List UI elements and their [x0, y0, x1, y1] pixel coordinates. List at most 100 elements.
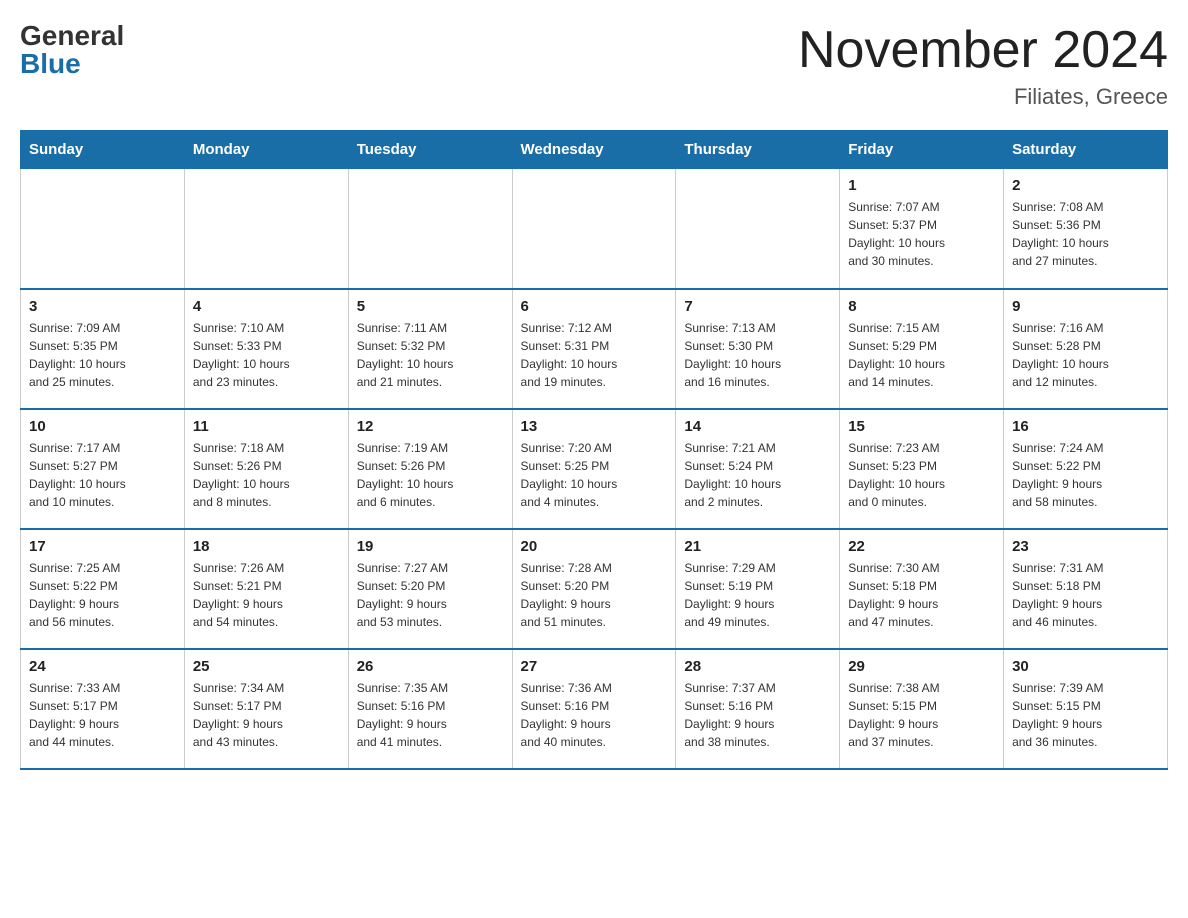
day-cell: 24 Sunrise: 7:33 AM Sunset: 5:17 PM Dayli… — [21, 649, 185, 769]
week-row-3: 10 Sunrise: 7:17 AM Sunset: 5:27 PM Dayli… — [21, 409, 1168, 529]
day-cell: 25 Sunrise: 7:34 AM Sunset: 5:17 PM Dayli… — [184, 649, 348, 769]
day-cell: 18Sunrise: 7:26 AM Sunset: 5:21 PM Dayli… — [184, 529, 348, 649]
day-cell: 20 Sunrise: 7:28 AM Sunset: 5:20 PM Dayli… — [512, 529, 676, 649]
day-number: 13 — [521, 418, 668, 435]
day-number: 5 — [357, 298, 504, 315]
day-number: 17 — [29, 538, 176, 555]
day-info: Sunrise: 7:11 AM Sunset: 5:32 PM Dayligh… — [357, 319, 504, 391]
day-number: 28 — [684, 658, 831, 675]
day-number: 4 — [193, 298, 340, 315]
day-cell: 14 Sunrise: 7:21 AM Sunset: 5:24 PM Dayli… — [676, 409, 840, 529]
calendar-body: 1Sunrise: 7:07 AM Sunset: 5:37 PM Daylig… — [21, 169, 1168, 769]
day-info: Sunrise: 7:10 AM Sunset: 5:33 PM Dayligh… — [193, 319, 340, 391]
day-number: 20 — [521, 538, 668, 555]
day-cell: 30 Sunrise: 7:39 AM Sunset: 5:15 PM Dayli… — [1004, 649, 1168, 769]
day-info: Sunrise: 7:31 AM Sunset: 5:18 PM Dayligh… — [1012, 559, 1159, 631]
day-cell: 8Sunrise: 7:15 AM Sunset: 5:29 PM Daylig… — [840, 289, 1004, 409]
day-info: Sunrise: 7:26 AM Sunset: 5:21 PM Dayligh… — [193, 559, 340, 631]
logo: General Blue — [20, 20, 124, 80]
day-cell: 12 Sunrise: 7:19 AM Sunset: 5:26 PM Dayli… — [348, 409, 512, 529]
logo-blue-text: Blue — [20, 48, 81, 80]
day-number: 1 — [848, 177, 995, 194]
calendar-table: SundayMondayTuesdayWednesdayThursdayFrid… — [20, 130, 1168, 770]
day-number: 26 — [357, 658, 504, 675]
day-info: Sunrise: 7:38 AM Sunset: 5:15 PM Dayligh… — [848, 679, 995, 751]
day-info: Sunrise: 7:24 AM Sunset: 5:22 PM Dayligh… — [1012, 439, 1159, 511]
day-info: Sunrise: 7:13 AM Sunset: 5:30 PM Dayligh… — [684, 319, 831, 391]
title-section: November 2024 Filiates, Greece — [798, 20, 1168, 110]
calendar-header: SundayMondayTuesdayWednesdayThursdayFrid… — [21, 131, 1168, 169]
day-info: Sunrise: 7:19 AM Sunset: 5:26 PM Dayligh… — [357, 439, 504, 511]
weekday-header-sunday: Sunday — [21, 131, 185, 169]
day-info: Sunrise: 7:34 AM Sunset: 5:17 PM Dayligh… — [193, 679, 340, 751]
location-label: Filiates, Greece — [798, 84, 1168, 110]
day-number: 2 — [1012, 177, 1159, 194]
day-cell: 26 Sunrise: 7:35 AM Sunset: 5:16 PM Dayli… — [348, 649, 512, 769]
week-row-5: 24 Sunrise: 7:33 AM Sunset: 5:17 PM Dayli… — [21, 649, 1168, 769]
day-cell: 10 Sunrise: 7:17 AM Sunset: 5:27 PM Dayli… — [21, 409, 185, 529]
day-cell: 27 Sunrise: 7:36 AM Sunset: 5:16 PM Dayli… — [512, 649, 676, 769]
weekday-header-monday: Monday — [184, 131, 348, 169]
day-info: Sunrise: 7:39 AM Sunset: 5:15 PM Dayligh… — [1012, 679, 1159, 751]
day-number: 3 — [29, 298, 176, 315]
weekday-header-saturday: Saturday — [1004, 131, 1168, 169]
day-info: Sunrise: 7:33 AM Sunset: 5:17 PM Dayligh… — [29, 679, 176, 751]
day-cell: 17 Sunrise: 7:25 AM Sunset: 5:22 PM Dayli… — [21, 529, 185, 649]
day-cell: 6 Sunrise: 7:12 AM Sunset: 5:31 PM Daylig… — [512, 289, 676, 409]
day-number: 6 — [521, 298, 668, 315]
day-number: 25 — [193, 658, 340, 675]
day-cell: 16 Sunrise: 7:24 AM Sunset: 5:22 PM Dayli… — [1004, 409, 1168, 529]
day-number: 29 — [848, 658, 995, 675]
day-cell: 23 Sunrise: 7:31 AM Sunset: 5:18 PM Dayli… — [1004, 529, 1168, 649]
day-number: 11 — [193, 418, 340, 435]
day-cell — [512, 169, 676, 289]
day-cell: 3 Sunrise: 7:09 AM Sunset: 5:35 PM Daylig… — [21, 289, 185, 409]
day-number: 7 — [684, 298, 831, 315]
day-info: Sunrise: 7:09 AM Sunset: 5:35 PM Dayligh… — [29, 319, 176, 391]
day-number: 24 — [29, 658, 176, 675]
day-number: 16 — [1012, 418, 1159, 435]
day-info: Sunrise: 7:35 AM Sunset: 5:16 PM Dayligh… — [357, 679, 504, 751]
day-cell: 28 Sunrise: 7:37 AM Sunset: 5:16 PM Dayli… — [676, 649, 840, 769]
day-info: Sunrise: 7:28 AM Sunset: 5:20 PM Dayligh… — [521, 559, 668, 631]
day-number: 27 — [521, 658, 668, 675]
day-number: 15 — [848, 418, 995, 435]
day-cell: 9 Sunrise: 7:16 AM Sunset: 5:28 PM Daylig… — [1004, 289, 1168, 409]
weekday-header-thursday: Thursday — [676, 131, 840, 169]
day-info: Sunrise: 7:29 AM Sunset: 5:19 PM Dayligh… — [684, 559, 831, 631]
day-cell: 21Sunrise: 7:29 AM Sunset: 5:19 PM Dayli… — [676, 529, 840, 649]
day-number: 12 — [357, 418, 504, 435]
day-info: Sunrise: 7:15 AM Sunset: 5:29 PM Dayligh… — [848, 319, 995, 391]
day-info: Sunrise: 7:25 AM Sunset: 5:22 PM Dayligh… — [29, 559, 176, 631]
day-number: 22 — [848, 538, 995, 555]
day-cell: 11 Sunrise: 7:18 AM Sunset: 5:26 PM Dayli… — [184, 409, 348, 529]
day-cell: 1Sunrise: 7:07 AM Sunset: 5:37 PM Daylig… — [840, 169, 1004, 289]
day-info: Sunrise: 7:12 AM Sunset: 5:31 PM Dayligh… — [521, 319, 668, 391]
day-info: Sunrise: 7:17 AM Sunset: 5:27 PM Dayligh… — [29, 439, 176, 511]
day-info: Sunrise: 7:20 AM Sunset: 5:25 PM Dayligh… — [521, 439, 668, 511]
day-info: Sunrise: 7:16 AM Sunset: 5:28 PM Dayligh… — [1012, 319, 1159, 391]
day-number: 9 — [1012, 298, 1159, 315]
day-info: Sunrise: 7:18 AM Sunset: 5:26 PM Dayligh… — [193, 439, 340, 511]
day-number: 23 — [1012, 538, 1159, 555]
day-info: Sunrise: 7:23 AM Sunset: 5:23 PM Dayligh… — [848, 439, 995, 511]
day-cell: 2 Sunrise: 7:08 AM Sunset: 5:36 PM Daylig… — [1004, 169, 1168, 289]
day-cell: 15 Sunrise: 7:23 AM Sunset: 5:23 PM Dayli… — [840, 409, 1004, 529]
day-info: Sunrise: 7:21 AM Sunset: 5:24 PM Dayligh… — [684, 439, 831, 511]
day-cell — [21, 169, 185, 289]
day-cell: 7 Sunrise: 7:13 AM Sunset: 5:30 PM Daylig… — [676, 289, 840, 409]
day-cell: 22Sunrise: 7:30 AM Sunset: 5:18 PM Dayli… — [840, 529, 1004, 649]
day-number: 19 — [357, 538, 504, 555]
day-cell: 13 Sunrise: 7:20 AM Sunset: 5:25 PM Dayli… — [512, 409, 676, 529]
day-info: Sunrise: 7:37 AM Sunset: 5:16 PM Dayligh… — [684, 679, 831, 751]
day-number: 10 — [29, 418, 176, 435]
day-cell — [348, 169, 512, 289]
page-header: General Blue November 2024 Filiates, Gre… — [20, 20, 1168, 110]
day-number: 30 — [1012, 658, 1159, 675]
week-row-1: 1Sunrise: 7:07 AM Sunset: 5:37 PM Daylig… — [21, 169, 1168, 289]
week-row-4: 17 Sunrise: 7:25 AM Sunset: 5:22 PM Dayli… — [21, 529, 1168, 649]
day-number: 14 — [684, 418, 831, 435]
day-info: Sunrise: 7:08 AM Sunset: 5:36 PM Dayligh… — [1012, 198, 1159, 270]
day-info: Sunrise: 7:27 AM Sunset: 5:20 PM Dayligh… — [357, 559, 504, 631]
day-info: Sunrise: 7:36 AM Sunset: 5:16 PM Dayligh… — [521, 679, 668, 751]
